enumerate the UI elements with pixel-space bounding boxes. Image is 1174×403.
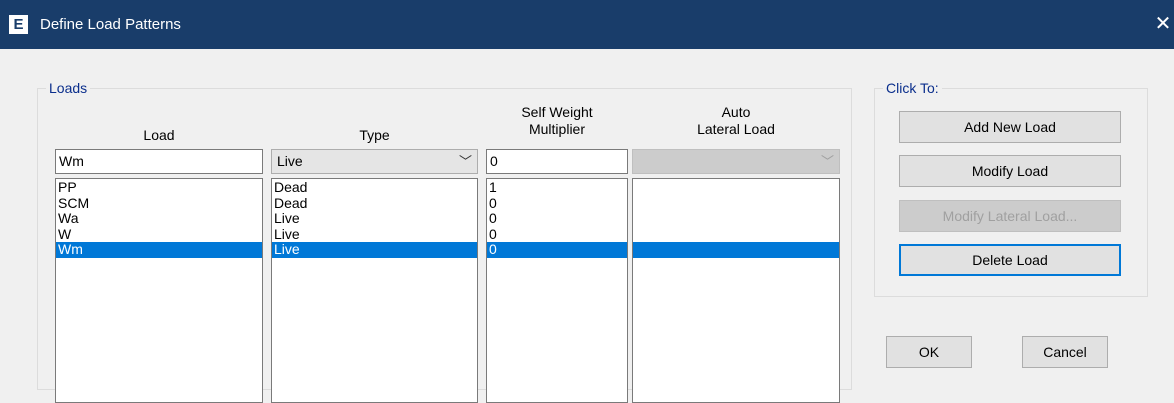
list-item[interactable] [633,227,839,243]
auto-lateral-load-select: ﹀ [632,149,840,174]
self-weight-multiplier-list[interactable]: 1 0 0 0 0 [486,178,628,403]
list-item-selected[interactable] [633,242,839,258]
list-item[interactable]: 1 [487,179,627,196]
self-weight-header-line2: Multiplier [528,121,585,137]
dialog-body: Loads Load Type Self Weight Multiplier A… [0,49,1174,403]
self-weight-column-header: Self Weight Multiplier [486,104,628,138]
app-icon: E [9,15,28,34]
window-title: Define Load Patterns [40,16,181,33]
list-item[interactable]: Wa [56,210,262,227]
click-to-group-label: Click To: [883,80,942,96]
list-item[interactable] [633,211,839,227]
list-item[interactable]: SCM [56,195,262,212]
load-type-select-value: Live [277,153,303,169]
list-item[interactable]: 0 [487,195,627,212]
cancel-button[interactable]: Cancel [1022,336,1108,368]
auto-lateral-column-header: Auto Lateral Load [632,104,840,138]
list-item[interactable]: W [56,226,262,243]
auto-lateral-header-line1: Auto [721,104,751,120]
list-item[interactable]: Live [272,210,477,227]
self-weight-multiplier-input[interactable]: 0 [486,149,628,174]
chevron-down-icon: ﹀ [458,154,472,169]
list-item[interactable] [633,180,839,196]
chevron-down-icon: ﹀ [820,154,834,169]
list-item[interactable]: Live [272,226,477,243]
loads-group-label: Loads [46,80,91,96]
load-type-list[interactable]: Dead Dead Live Live Live [271,178,478,403]
add-new-load-button[interactable]: Add New Load [899,111,1121,143]
self-weight-header-line1: Self Weight [521,104,593,120]
list-item-selected[interactable]: Wm [56,241,262,258]
list-item[interactable]: 0 [487,210,627,227]
list-item-selected[interactable]: Live [272,241,477,258]
load-name-input[interactable]: Wm [55,149,263,174]
ok-button[interactable]: OK [886,336,972,368]
list-item[interactable]: PP [56,179,262,196]
modify-lateral-load-button: Modify Lateral Load... [899,200,1121,232]
type-column-header: Type [359,127,390,143]
list-item-selected[interactable]: 0 [487,241,627,258]
auto-lateral-load-list[interactable] [632,178,840,403]
load-type-select[interactable]: Live ﹀ [271,149,478,174]
title-bar: E Define Load Patterns ✕ [0,0,1174,49]
list-item[interactable] [633,196,839,212]
list-item[interactable]: Dead [272,195,477,212]
delete-load-button[interactable]: Delete Load [899,244,1121,276]
modify-load-button[interactable]: Modify Load [899,155,1121,187]
auto-lateral-header-line2: Lateral Load [697,121,775,137]
close-icon[interactable]: ✕ [1152,12,1174,36]
list-item[interactable]: Dead [272,179,477,196]
load-name-list[interactable]: PP SCM Wa W Wm [55,178,263,403]
list-item[interactable]: 0 [487,226,627,243]
load-column-header: Load [143,127,175,143]
